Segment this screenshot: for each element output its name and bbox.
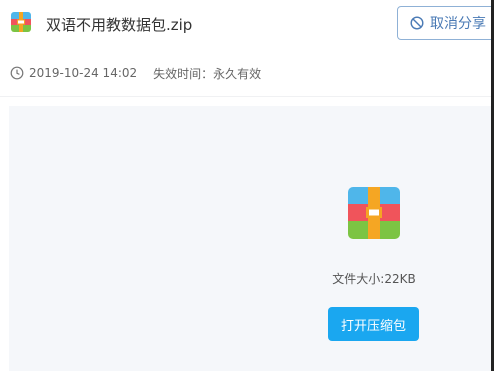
file-size: 文件大小:22KB — [332, 272, 416, 286]
file-preview-panel — [9, 106, 494, 371]
open-archive-button[interactable]: 打开压缩包 — [328, 307, 419, 341]
share-page: 双语不用教数据包.zip 取消分享 2019-10-24 14:02 失效时间：… — [0, 0, 494, 371]
zip-archive-icon — [11, 12, 31, 32]
zip-archive-large-icon — [348, 187, 400, 239]
file-name: 双语不用教数据包.zip — [46, 16, 193, 34]
clock-icon — [10, 66, 24, 80]
expire-time: 失效时间：永久有效 — [153, 66, 262, 81]
cancel-share-label: 取消分享 — [430, 16, 486, 32]
cancel-share-button[interactable]: 取消分享 — [397, 6, 494, 40]
divider — [0, 96, 494, 97]
share-date: 2019-10-24 14:02 — [29, 66, 138, 80]
file-meta: 2019-10-24 14:02 失效时间：永久有效 — [10, 64, 261, 82]
cancel-icon — [410, 16, 424, 30]
